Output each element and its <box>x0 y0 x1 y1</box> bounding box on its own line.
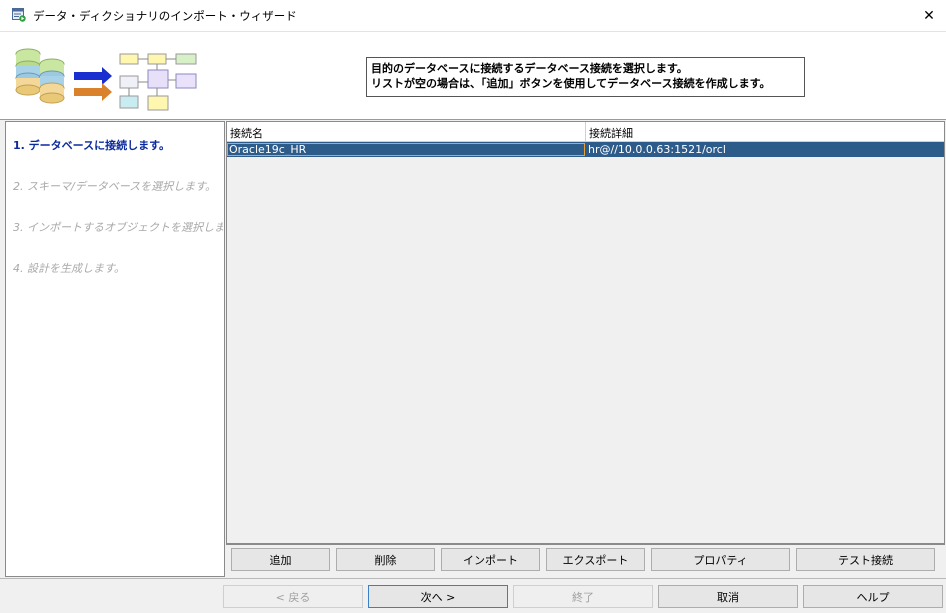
connection-actions: 追加 削除 インポート エクスポート プロパティ テスト接続 <box>226 548 945 572</box>
close-icon: ✕ <box>923 7 935 24</box>
instruction-line-1: 目的のデータベースに接続するデータベース接続を選択します。 <box>371 62 688 75</box>
wizard-footer: < 戻る 次へ > 終了 取消 ヘルプ <box>0 578 946 613</box>
column-divider[interactable] <box>585 122 586 142</box>
table-row[interactable]: Oracle19c_HR hr@//10.0.0.63:1521/orcl <box>227 142 944 157</box>
next-button[interactable]: 次へ > <box>368 585 508 608</box>
help-button[interactable]: ヘルプ <box>803 585 943 608</box>
cancel-button[interactable]: 取消 <box>658 585 798 608</box>
instruction-box: 目的のデータベースに接続するデータベース接続を選択します。 リストが空の場合は、… <box>366 57 805 97</box>
delete-button[interactable]: 削除 <box>336 548 435 571</box>
close-button[interactable]: ✕ <box>912 0 946 31</box>
add-button[interactable]: 追加 <box>231 548 330 571</box>
wizard-app-icon <box>12 8 26 22</box>
column-header-detail[interactable]: 接続詳細 <box>589 125 633 141</box>
finish-button[interactable]: 終了 <box>513 585 653 608</box>
table-header: 接続名 接続詳細 <box>227 122 944 142</box>
step-select-schema: 2. スキーマ/データベースを選択します。 <box>13 180 217 193</box>
wizard-steps-panel: 1. データベースに接続します。 2. スキーマ/データベースを選択します。 3… <box>5 121 225 577</box>
connections-table: 接続名 接続詳細 Oracle19c_HR hr@//10.0.0.63:152… <box>226 121 945 545</box>
back-button[interactable]: < 戻る <box>223 585 363 608</box>
window-title: データ・ディクショナリのインポート・ウィザード <box>33 9 297 23</box>
connection-detail-cell[interactable]: hr@//10.0.0.63:1521/orcl <box>588 143 726 156</box>
wizard-header: 目的のデータベースに接続するデータベース接続を選択します。 リストが空の場合は、… <box>0 32 946 120</box>
export-button[interactable]: エクスポート <box>546 548 645 571</box>
title-bar: データ・ディクショナリのインポート・ウィザード ✕ <box>0 0 946 32</box>
column-header-name[interactable]: 接続名 <box>230 125 263 141</box>
import-button[interactable]: インポート <box>441 548 540 571</box>
connection-name-cell[interactable]: Oracle19c_HR <box>227 143 585 156</box>
test-connection-button[interactable]: テスト接続 <box>796 548 935 571</box>
step-select-objects: 3. インポートするオブジェクトを選択しま... <box>13 221 223 234</box>
instruction-line-2: リストが空の場合は、「追加」ボタンを使用してデータベース接続を作成します。 <box>371 77 771 90</box>
import-diagram-icon <box>15 48 197 111</box>
properties-button[interactable]: プロパティ <box>651 548 790 571</box>
step-connect: 1. データベースに接続します。 <box>13 139 171 152</box>
step-generate-design: 4. 設計を生成します。 <box>13 262 125 275</box>
